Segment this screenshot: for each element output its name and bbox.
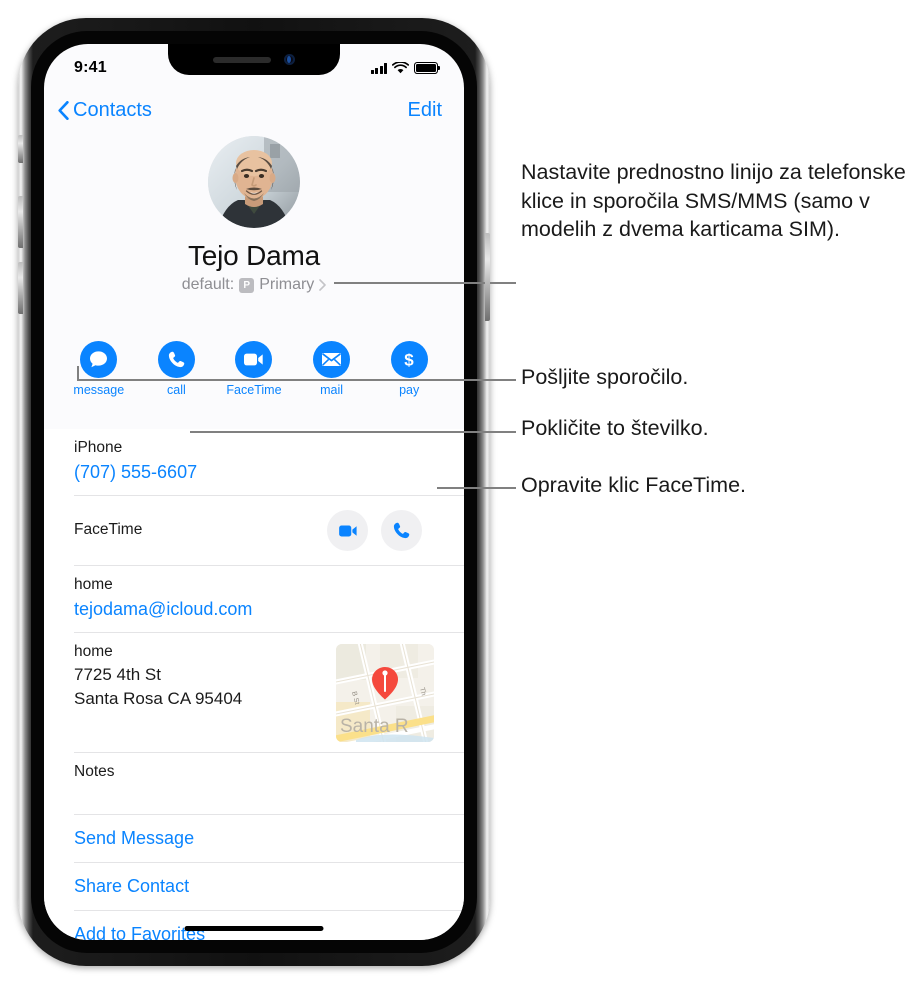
address-city-state-zip: Santa Rosa CA 95404 [74,689,243,709]
callout-message-text: Pošljite sporočilo. [521,365,689,389]
action-label-facetime: FaceTime [226,383,282,397]
phone-screen: 9:41 Contacts Edit Tejo Dama default: P … [44,44,464,940]
cellular-bars-icon [370,62,387,74]
detail-row-notes[interactable]: Notes [44,753,464,816]
front-camera-icon [284,54,295,65]
status-icons [370,62,441,74]
iphone-device-frame: 9:41 Contacts Edit Tejo Dama default: P … [18,18,490,966]
edit-button[interactable]: Edit [408,99,442,122]
facetime-video-button[interactable] [327,510,368,552]
back-to-contacts-button[interactable]: Contacts [58,99,152,122]
phone-label: iPhone [74,439,123,456]
map-thumbnail-image: B St Th Santa R [336,644,434,743]
message-bubble-icon [90,351,108,368]
detail-row-phone[interactable]: iPhone (707) 555-6607 [44,429,464,497]
contact-header: Tejo Dama default: P Primary [44,136,464,294]
back-button-label: Contacts [73,98,152,121]
contact-name: Tejo Dama [187,240,321,271]
detail-row-facetime: FaceTime [44,496,464,567]
address-street: 7725 4th St [74,664,161,684]
video-camera-icon [338,525,357,537]
chevron-right-icon [319,279,327,291]
pay-button-circle: $ [390,341,428,378]
facetime-label: FaceTime [74,521,143,539]
default-prefix-label: default: [181,276,235,293]
action-button-mail[interactable]: mail [301,341,363,397]
contact-detail-list: iPhone (707) 555-6607 FaceTime home tejo… [44,429,464,940]
quick-action-row: message call FaceTime mail $ pay [44,341,464,397]
default-line-row[interactable]: default: P Primary [182,276,327,294]
facetime-buttons [327,510,444,552]
callout-call-text: Pokličite to številko. [521,416,709,440]
envelope-icon [322,353,342,366]
phone-icon [393,522,410,539]
battery-icon [414,62,441,74]
facetime-audio-button[interactable] [381,510,422,552]
svg-text:$: $ [404,351,414,370]
action-label-call: call [167,383,186,397]
map-thumbnail[interactable]: B St Th Santa R [336,644,434,743]
dollar-sign-icon: $ [404,351,414,370]
detail-row-address[interactable]: home 7725 4th St Santa Rosa CA 95404 B S… [44,633,464,754]
action-label-mail: mail [320,383,344,397]
action-label-pay: pay [399,383,420,397]
action-button-pay[interactable]: $ pay [378,341,440,397]
email-label: home [74,576,113,594]
volume-down-button[interactable] [18,262,23,314]
device-notch [168,44,340,75]
phone-icon [168,351,185,368]
battery-fill [416,64,436,72]
chevron-left-icon [58,100,69,120]
callout-facetime-text: Opravite klic FaceTime. [521,473,747,497]
share-contact-label: Share Contact [74,876,190,897]
power-button[interactable] [485,233,490,321]
address-label: home [74,643,113,661]
send-message-button[interactable]: Send Message [44,815,464,864]
action-button-call[interactable]: call [145,341,207,397]
avatar[interactable] [208,136,300,228]
notes-label: Notes [74,763,115,781]
phone-number-value[interactable]: (707) 555-6607 [74,459,444,485]
volume-up-button[interactable] [18,196,23,248]
call-button-circle [157,341,195,378]
detail-row-email[interactable]: home tejodama@icloud.com [44,566,464,634]
facetime-button-circle [235,341,273,378]
contact-photo-icon [208,136,300,228]
status-time: 9:41 [74,59,107,76]
sim-badge: P [239,277,255,293]
home-indicator[interactable] [184,926,324,931]
message-button-circle [80,341,118,378]
default-line-value: Primary [259,276,315,293]
callout-sim-text: Nastavite prednostno linijo za telefonsk… [521,160,906,242]
email-value[interactable]: tejodama@icloud.com [74,596,444,622]
share-contact-button[interactable]: Share Contact [44,863,464,912]
silent-switch-button[interactable] [18,135,23,163]
navigation-bar: Contacts Edit [44,88,464,132]
svg-text:Santa R: Santa R [340,716,409,737]
mail-button-circle [313,341,351,378]
video-camera-icon [244,353,264,366]
action-label-message: message [73,383,125,397]
wifi-icon [392,62,409,74]
send-message-label: Send Message [74,828,195,849]
action-button-message[interactable]: message [68,341,130,397]
address-text-block: home 7725 4th St Santa Rosa CA 95404 [74,642,242,711]
earpiece-speaker-icon [213,56,271,63]
action-button-facetime[interactable]: FaceTime [223,341,285,397]
